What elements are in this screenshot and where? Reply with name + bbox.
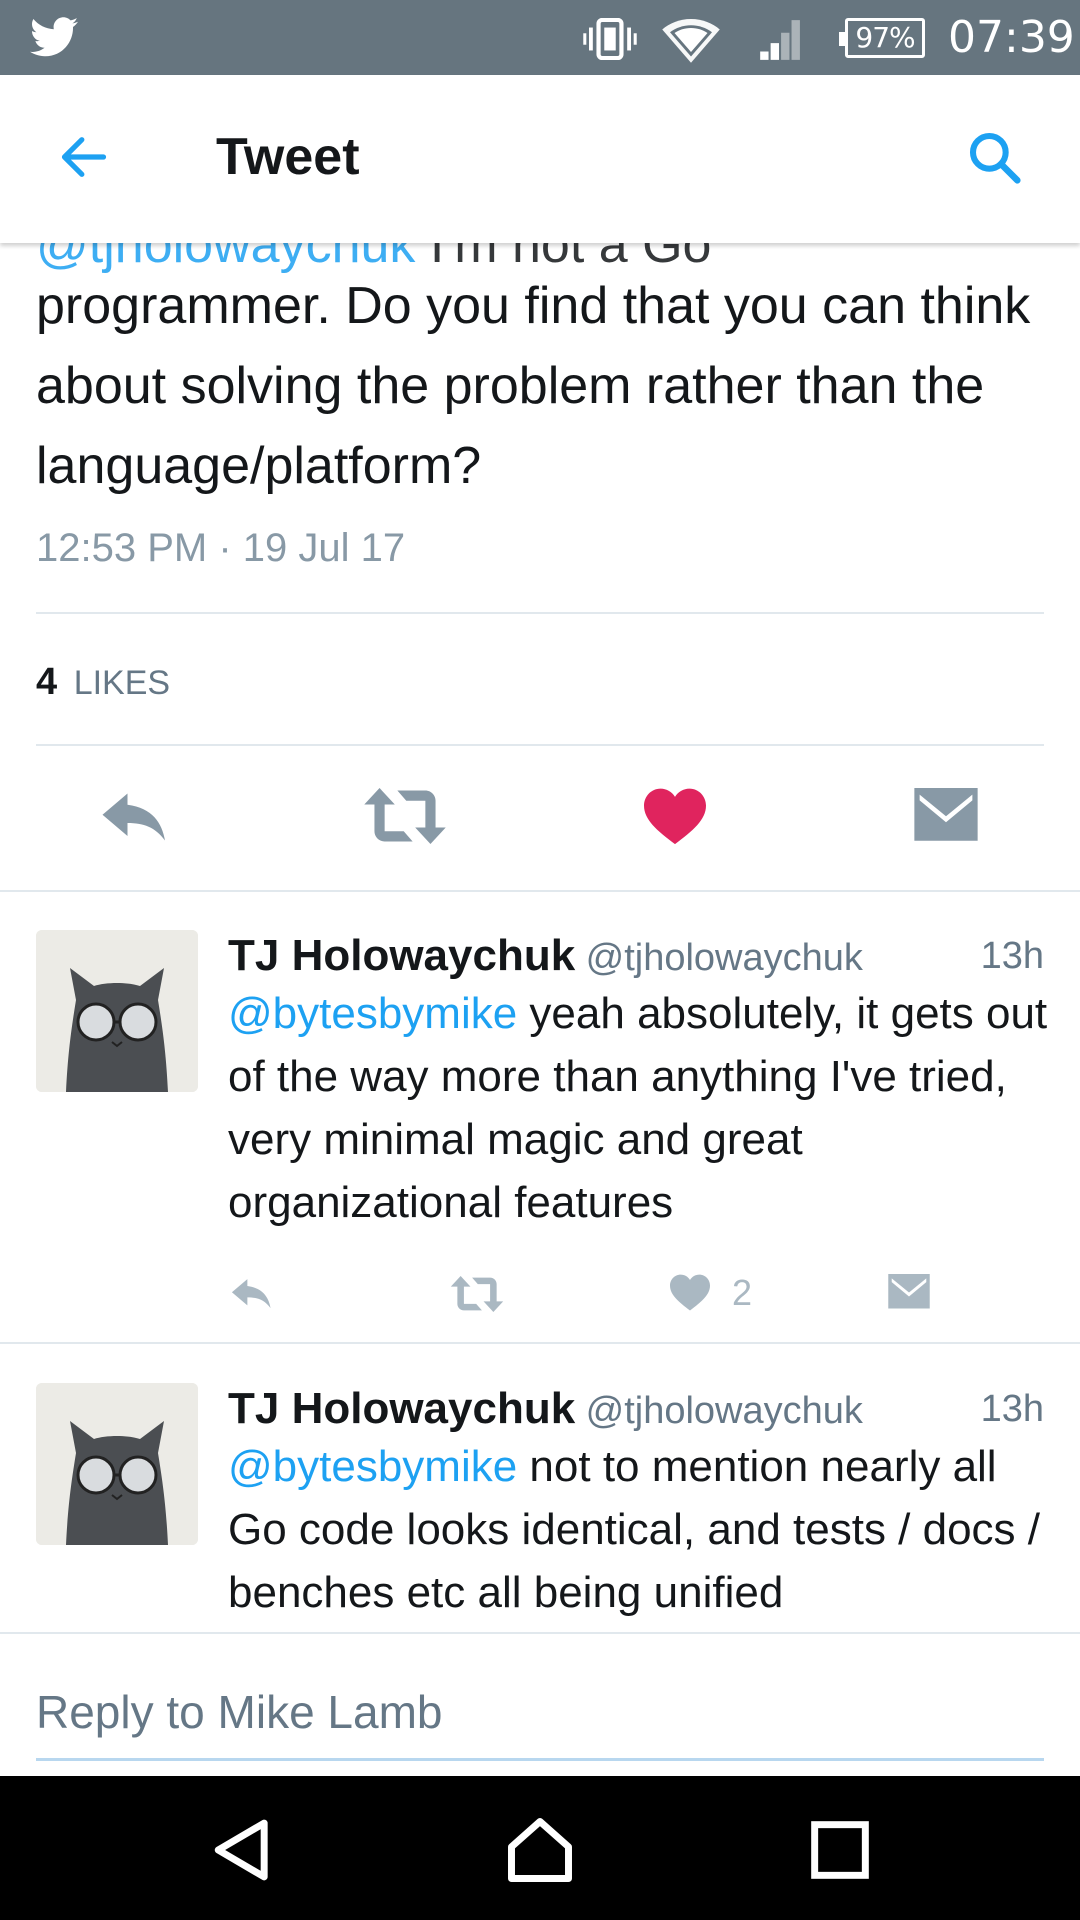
system-nav-bar bbox=[0, 1776, 1080, 1920]
avatar[interactable] bbox=[36, 930, 198, 1092]
likes-summary[interactable]: 4 LIKES bbox=[36, 660, 170, 705]
divider bbox=[0, 890, 1080, 892]
battery-indicator: 97% bbox=[839, 18, 925, 58]
reply-input[interactable]: Reply to Mike Lamb bbox=[36, 1684, 443, 1740]
reply-mention-link[interactable]: @bytesbymike bbox=[228, 1442, 517, 1491]
likes-count: 4 bbox=[36, 661, 58, 703]
back-triangle-icon bbox=[214, 1819, 268, 1881]
divider bbox=[36, 744, 1044, 746]
reply-button[interactable] bbox=[100, 788, 170, 849]
recents-icon bbox=[811, 1821, 869, 1879]
divider bbox=[0, 1342, 1080, 1344]
nav-recents-button[interactable] bbox=[802, 1812, 878, 1888]
reply-button[interactable] bbox=[230, 1276, 274, 1315]
wifi-icon bbox=[662, 19, 720, 63]
reply-age: 13h bbox=[980, 935, 1044, 977]
heart-icon bbox=[670, 1274, 710, 1311]
status-clock: 07:39 bbox=[948, 12, 1075, 63]
cat-avatar-image bbox=[36, 1383, 198, 1545]
reply-composer[interactable]: Reply to Mike Lamb bbox=[0, 1632, 1080, 1776]
nav-back-button[interactable] bbox=[204, 1812, 280, 1888]
app-bar: Tweet bbox=[0, 75, 1080, 243]
retweet-button[interactable] bbox=[450, 1276, 504, 1317]
message-icon bbox=[914, 788, 978, 841]
like-button[interactable] bbox=[644, 788, 706, 851]
reply-text: @bytesbymike not to mention nearly all G… bbox=[228, 1435, 1048, 1624]
like-button[interactable] bbox=[670, 1274, 710, 1317]
twitter-bird-icon bbox=[30, 17, 78, 57]
heart-icon bbox=[644, 788, 706, 845]
direct-message-button[interactable] bbox=[888, 1274, 930, 1317]
reply-mention-link[interactable]: @bytesbymike bbox=[228, 989, 517, 1038]
direct-message-button[interactable] bbox=[914, 788, 978, 851]
reply-age: 13h bbox=[980, 1388, 1044, 1430]
like-count: 2 bbox=[732, 1272, 753, 1313]
divider bbox=[36, 612, 1044, 614]
reply-tweet[interactable]: TJ Holowaychuk @tjholowaychuk 13h @bytes… bbox=[0, 1383, 1080, 1633]
cat-avatar-image bbox=[36, 930, 198, 1092]
author-handle[interactable]: @tjholowaychuk bbox=[586, 1390, 863, 1432]
likes-label: LIKES bbox=[73, 664, 171, 702]
retweet-button[interactable] bbox=[364, 788, 446, 849]
retweet-icon bbox=[364, 788, 446, 844]
vibrate-icon bbox=[583, 18, 637, 60]
arrow-left-icon[interactable] bbox=[56, 131, 112, 183]
reply-text: @bytesbymike yeah absolutely, it gets ou… bbox=[228, 982, 1048, 1234]
avatar[interactable] bbox=[36, 1383, 198, 1545]
reply-input-underline bbox=[36, 1758, 1044, 1761]
author-name[interactable]: TJ Holowaychuk bbox=[228, 1384, 575, 1433]
home-icon bbox=[508, 1818, 572, 1882]
message-icon bbox=[888, 1274, 930, 1309]
reply-tweet[interactable]: TJ Holowaychuk @tjholowaychuk 13h @bytes… bbox=[0, 930, 1080, 1340]
reply-header: TJ Holowaychuk @tjholowaychuk 13h bbox=[228, 1383, 1044, 1439]
reply-icon bbox=[102, 793, 165, 841]
author-handle[interactable]: @tjholowaychuk bbox=[586, 937, 863, 979]
reply-icon bbox=[231, 1279, 271, 1309]
tweet-text: programmer. Do you find that you can thi… bbox=[36, 277, 1031, 495]
cell-signal-icon bbox=[760, 20, 800, 60]
reply-header: TJ Holowaychuk @tjholowaychuk 13h bbox=[228, 930, 1044, 986]
nav-home-button[interactable] bbox=[502, 1812, 578, 1888]
reply-actions: 2 bbox=[228, 1270, 1048, 1330]
page-title: Tweet bbox=[216, 128, 360, 186]
search-icon[interactable] bbox=[966, 129, 1022, 185]
status-bar: 97% 07:39 bbox=[0, 0, 1080, 75]
tweet-actions bbox=[0, 770, 1080, 870]
author-name[interactable]: TJ Holowaychuk bbox=[228, 931, 575, 980]
tweet-timestamp: 12:53 PM · 19 Jul 17 bbox=[36, 526, 406, 570]
retweet-icon bbox=[450, 1276, 504, 1312]
